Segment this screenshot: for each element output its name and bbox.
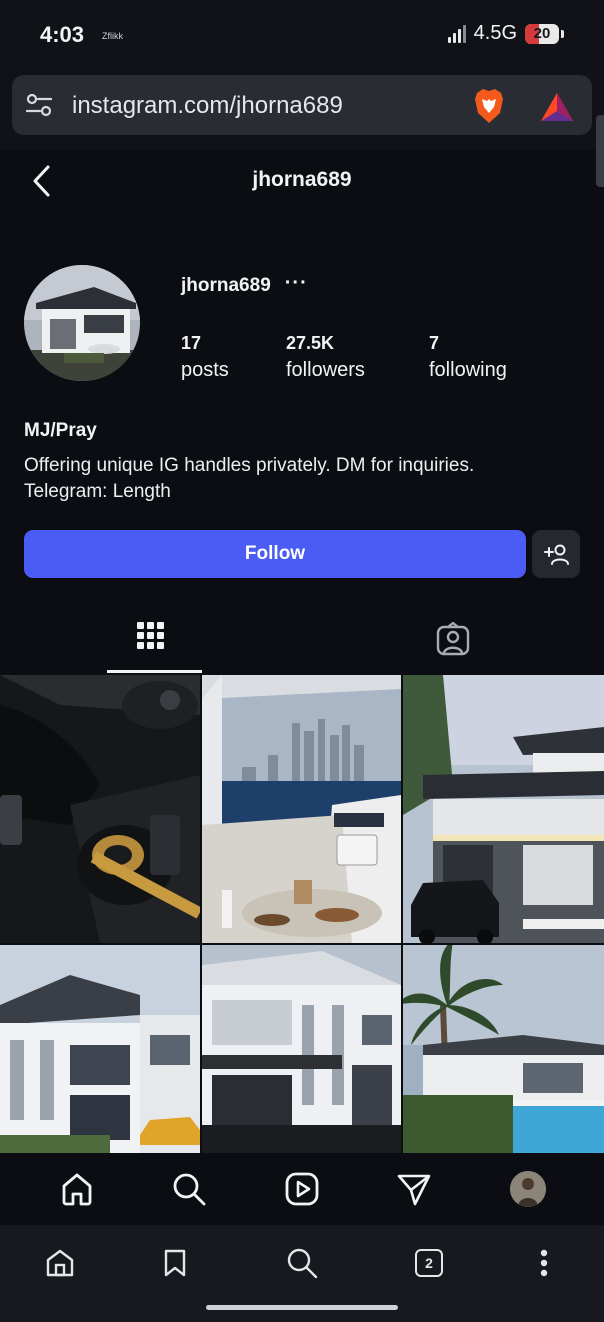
active-tab-indicator	[107, 670, 202, 673]
stat-posts-value: 17	[181, 333, 202, 353]
profile-avatar-small	[510, 1171, 546, 1207]
stat-following-value: 7	[429, 333, 440, 353]
carrier-tag: Zflikk	[102, 31, 123, 41]
menu-icon	[540, 1249, 548, 1277]
page-header: jhorna689	[0, 150, 604, 212]
status-indicators: 4.5G 20	[447, 22, 564, 45]
post-tile[interactable]	[403, 675, 604, 943]
bio-line: Offering unique IG handles privately. DM…	[24, 455, 475, 476]
battery-tip	[561, 29, 564, 38]
username-row: jhorna689 ···	[181, 272, 308, 297]
nav-profile[interactable]	[508, 1169, 548, 1209]
page-title: jhorna689	[252, 168, 352, 191]
site-settings-icon[interactable]	[26, 93, 52, 117]
nav-search[interactable]	[169, 1169, 209, 1209]
browser-menu-button[interactable]	[526, 1245, 562, 1281]
status-time: 4:03	[40, 22, 85, 47]
reels-icon	[285, 1172, 319, 1206]
white-villa-photo	[0, 945, 200, 1155]
instagram-bottom-nav	[0, 1153, 604, 1225]
network-type: 4.5G	[473, 22, 517, 44]
stat-followers-label: followers	[286, 359, 365, 381]
car-interior-cigar-photo	[0, 675, 200, 943]
browser-search-button[interactable]	[284, 1245, 320, 1281]
post-tile[interactable]	[202, 675, 401, 943]
stat-following[interactable]: 7 following	[429, 330, 507, 384]
suggested-accounts-button[interactable]	[532, 530, 580, 578]
post-tile[interactable]	[0, 675, 200, 943]
grid-icon	[137, 622, 164, 649]
search-icon	[173, 1173, 206, 1206]
bookmark-icon	[164, 1249, 186, 1277]
bio-line: Telegram: Length	[24, 481, 171, 502]
stat-following-label: following	[429, 359, 507, 381]
home-icon	[62, 1173, 92, 1206]
yacht-city-skyline-photo	[202, 675, 401, 943]
post-tile[interactable]	[403, 945, 604, 1155]
add-person-icon	[544, 544, 569, 565]
post-tile[interactable]	[202, 945, 401, 1155]
nav-home[interactable]	[57, 1169, 97, 1209]
bookmarks-button[interactable]	[157, 1245, 193, 1281]
profile-username: jhorna689	[181, 275, 271, 296]
profile-bio: Offering unique IG handles privately. DM…	[24, 453, 474, 505]
nav-direct[interactable]	[394, 1169, 434, 1209]
stat-posts: 17 posts	[181, 330, 229, 384]
brave-rewards-icon[interactable]	[539, 91, 575, 123]
home-icon	[46, 1249, 74, 1277]
battery-level: 20	[533, 25, 551, 42]
post-tile[interactable]	[0, 945, 200, 1155]
search-icon	[287, 1248, 318, 1279]
browser-home-button[interactable]	[42, 1245, 78, 1281]
browser-toolbar: instagram.com/jhorna689	[0, 70, 604, 150]
tabs-icon: 2	[415, 1249, 443, 1277]
stat-followers[interactable]: 27.5K followers	[286, 330, 365, 384]
tab-switcher-button[interactable]: 2	[411, 1245, 447, 1281]
brave-shields-icon[interactable]	[472, 87, 506, 125]
more-options-icon[interactable]: ···	[285, 272, 308, 295]
nav-reels[interactable]	[282, 1169, 322, 1209]
status-bar: 4:03 Zflikk 4.5G 20	[0, 0, 604, 70]
follow-button[interactable]: Follow	[24, 530, 526, 578]
stat-posts-label: posts	[181, 359, 229, 381]
url-text[interactable]: instagram.com/jhorna689	[72, 92, 343, 120]
tab-posts[interactable]	[0, 612, 302, 674]
signal-icon	[447, 24, 466, 43]
profile-full-name: MJ/Pray	[24, 420, 97, 441]
tab-tagged[interactable]	[302, 612, 604, 674]
direct-icon	[397, 1174, 431, 1206]
tagged-person-icon	[436, 622, 470, 656]
white-villa-night-photo	[202, 945, 401, 1155]
posts-grid	[0, 675, 604, 1155]
profile-avatar[interactable]	[24, 265, 140, 381]
home-indicator[interactable]	[206, 1305, 398, 1310]
modern-house-suv-photo	[403, 675, 604, 943]
stat-followers-value: 27.5K	[286, 333, 335, 353]
address-bar[interactable]: instagram.com/jhorna689	[12, 75, 592, 135]
palm-tree-pool-house-photo	[403, 945, 604, 1155]
battery-icon: 20	[525, 23, 559, 44]
